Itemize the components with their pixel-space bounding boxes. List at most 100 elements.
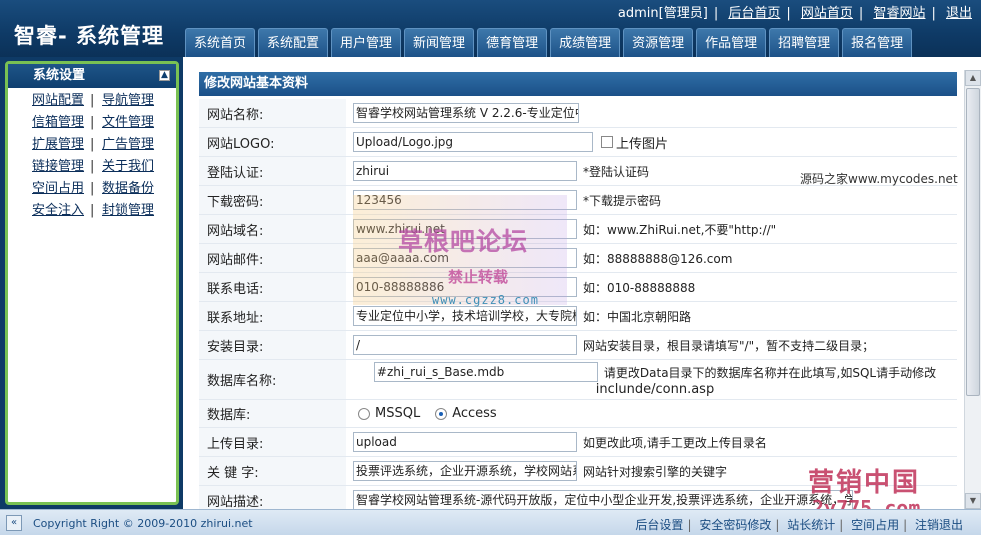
email-input[interactable]: aaa@aaaa.com bbox=[353, 248, 577, 268]
tab-user-mgmt[interactable]: 用户管理 bbox=[331, 28, 402, 57]
form-row-install-dir: 安装目录: / 网站安装目录，根目录请填写"/"，暂不支持二级目录； bbox=[199, 331, 957, 360]
login-auth-hint: *登陆认证码 bbox=[583, 164, 650, 179]
top-links: admin[管理员] | 后台首页 | 网站首页 | 智睿网站 | 退出 bbox=[617, 6, 972, 21]
domain-hint: 如：www.ZhiRui.net,不要"http://" bbox=[583, 222, 777, 237]
field-label: 联系地址: bbox=[199, 302, 346, 330]
field-label: 下载密码: bbox=[199, 186, 346, 214]
field-label: 网站邮件: bbox=[199, 244, 346, 272]
footer-link-security-password[interactable]: 安全密码修改 bbox=[699, 518, 771, 532]
main-scrollbar[interactable]: ▲ ▼ bbox=[964, 70, 981, 509]
sidebar-item-space-usage[interactable]: 空间占用 bbox=[32, 178, 90, 200]
sidebar-row: 链接管理 | 关于我们 bbox=[8, 156, 176, 178]
field-label: 上传目录: bbox=[199, 428, 346, 456]
tab-grade-mgmt[interactable]: 成绩管理 bbox=[550, 28, 621, 57]
sidebar: 系统设置 ▲ 网站配置 | 导航管理 信箱管理 | 文件管理 扩展管理 | 广告管理 … bbox=[5, 61, 179, 505]
sidebar-row: 空间占用 | 数据备份 bbox=[8, 178, 176, 200]
db-name-hint: 请更改Data目录下的数据库名称并在此填写,如SQL请手动修改 bbox=[603, 365, 937, 380]
sidebar-item-data-backup[interactable]: 数据备份 bbox=[102, 178, 154, 200]
footer-link-admin-settings[interactable]: 后台设置 bbox=[635, 518, 683, 532]
form-row-phone: 联系电话: 010-88888886 如：010-88888888 bbox=[199, 273, 957, 302]
tab-recruit-mgmt[interactable]: 招聘管理 bbox=[769, 28, 840, 57]
sidebar-item-block-mgmt[interactable]: 封锁管理 bbox=[102, 200, 154, 222]
app-logo: 智睿- 系统管理 bbox=[14, 24, 165, 48]
form-row-upload-dir: 上传目录: upload 如更改此项,请手工更改上传目录名 bbox=[199, 428, 957, 457]
sidebar-header: 系统设置 ▲ bbox=[8, 64, 176, 88]
footer-links: 后台设置 | 安全密码修改 | 站长统计 | 空间占用 | 注销退出 bbox=[635, 518, 963, 532]
sidebar-item-ad-mgmt[interactable]: 广告管理 bbox=[102, 134, 154, 156]
sidebar-row: 网站配置 | 导航管理 bbox=[8, 90, 176, 112]
sidebar-item-security-inject[interactable]: 安全注入 bbox=[32, 200, 90, 222]
phone-input[interactable]: 010-88888886 bbox=[353, 277, 577, 297]
install-dir-hint: 网站安装目录，根目录请填写"/"，暂不支持二级目录； bbox=[583, 338, 875, 353]
sidebar-item-nav-mgmt[interactable]: 导航管理 bbox=[102, 90, 154, 112]
scroll-up-icon[interactable]: ▲ bbox=[965, 70, 981, 86]
access-radio[interactable] bbox=[435, 407, 448, 420]
logo-input[interactable]: Upload/Logo.jpg bbox=[353, 132, 593, 152]
upload-image-label: 上传图片 bbox=[616, 136, 669, 152]
form-row-description: 网站描述: 智睿学校网站管理系统-源代码开放版，定位中小型企业开发,投票评选系统… bbox=[199, 486, 957, 509]
link-logout[interactable]: 退出 bbox=[946, 6, 972, 21]
link-zhirui-site[interactable]: 智睿网站 bbox=[873, 6, 925, 21]
address-input[interactable]: 专业定位中小学，技术培训学校，大专院校 bbox=[353, 306, 577, 326]
domain-input[interactable]: www.zhirui.net bbox=[353, 219, 577, 239]
phone-hint: 如：010-88888888 bbox=[583, 280, 696, 295]
login-auth-input[interactable]: zhirui bbox=[353, 161, 577, 181]
mssql-radio[interactable] bbox=[358, 407, 370, 420]
upload-dir-hint: 如更改此项,请手工更改上传目录名 bbox=[583, 435, 767, 450]
field-label: 安装目录: bbox=[199, 331, 346, 359]
field-label: 关 键 字: bbox=[199, 457, 346, 485]
link-site-home[interactable]: 网站首页 bbox=[801, 6, 853, 21]
scroll-down-icon[interactable]: ▼ bbox=[965, 493, 981, 509]
form-row-logo: 网站LOGO: Upload/Logo.jpg 上传图片 bbox=[199, 128, 957, 157]
sidebar-item-file-mgmt[interactable]: 文件管理 bbox=[102, 112, 154, 134]
sidebar-title: 系统设置 bbox=[33, 68, 86, 83]
form-row-login-auth: 登陆认证: zhirui *登陆认证码 bbox=[199, 157, 957, 186]
link-admin-home[interactable]: 后台首页 bbox=[728, 6, 780, 21]
collapse-sidebar-icon[interactable]: « bbox=[6, 515, 22, 531]
tab-news-mgmt[interactable]: 新闻管理 bbox=[404, 28, 475, 57]
download-pwd-input[interactable]: 123456 bbox=[353, 190, 577, 210]
tab-works-mgmt[interactable]: 作品管理 bbox=[696, 28, 767, 57]
sidebar-item-mailbox-mgmt[interactable]: 信箱管理 bbox=[32, 112, 90, 134]
current-user: admin[管理员] bbox=[617, 6, 708, 21]
upload-dir-input[interactable]: upload bbox=[353, 432, 577, 452]
form-row-site-name: 网站名称: 智睿学校网站管理系统 V 2.2.6-专业定位中 bbox=[199, 99, 957, 128]
footer-link-logout[interactable]: 注销退出 bbox=[915, 518, 963, 532]
sidebar-item-site-config[interactable]: 网站配置 bbox=[32, 90, 90, 112]
site-name-input[interactable]: 智睿学校网站管理系统 V 2.2.6-专业定位中 bbox=[353, 103, 579, 123]
address-hint: 如：中国北京朝阳路 bbox=[583, 309, 692, 324]
keywords-hint: 网站针对搜索引擎的关键字 bbox=[583, 464, 728, 479]
sidebar-item-link-mgmt[interactable]: 链接管理 bbox=[32, 156, 90, 178]
download-pwd-hint: *下载提示密码 bbox=[583, 193, 662, 208]
footer-link-space-usage[interactable]: 空间占用 bbox=[851, 518, 899, 532]
tab-signup-mgmt[interactable]: 报名管理 bbox=[842, 28, 913, 57]
sidebar-item-about-us[interactable]: 关于我们 bbox=[102, 156, 154, 178]
tab-system-config[interactable]: 系统配置 bbox=[258, 28, 329, 57]
form-row-db-type: 数据库: MSSQL Access bbox=[199, 400, 957, 428]
field-label: 数据库名称: bbox=[199, 360, 346, 399]
field-label: 网站LOGO: bbox=[199, 128, 346, 156]
field-label: 网站域名: bbox=[199, 215, 346, 243]
sidebar-row: 安全注入 | 封锁管理 bbox=[8, 200, 176, 222]
form-row-email: 网站邮件: aaa@aaaa.com 如：88888888@126.com bbox=[199, 244, 957, 273]
footer-link-site-stats[interactable]: 站长统计 bbox=[787, 518, 835, 532]
settings-form: 网站名称: 智睿学校网站管理系统 V 2.2.6-专业定位中 网站LOGO: U… bbox=[199, 99, 957, 509]
sidebar-item-extension-mgmt[interactable]: 扩展管理 bbox=[32, 134, 90, 156]
header: 智睿- 系统管理 admin[管理员] | 后台首页 | 网站首页 | 智睿网站 | 退… bbox=[0, 0, 981, 57]
db-name-input[interactable]: #zhi_rui_s_Base.mdb bbox=[373, 362, 598, 382]
tab-system-home[interactable]: 系统首页 bbox=[185, 28, 256, 57]
sidebar-links: 网站配置 | 导航管理 信箱管理 | 文件管理 扩展管理 | 广告管理 链接管理 | 关… bbox=[8, 88, 176, 222]
form-row-address: 联系地址: 专业定位中小学，技术培训学校，大专院校 如：中国北京朝阳路 bbox=[199, 302, 957, 331]
description-textarea[interactable]: 智睿学校网站管理系统-源代码开放版，定位中小型企业开发,投票评选系统，企业开源系… bbox=[353, 490, 853, 509]
page-title: 修改网站基本资料 bbox=[199, 72, 957, 96]
tab-resource-mgmt[interactable]: 资源管理 bbox=[623, 28, 694, 57]
scroll-thumb[interactable] bbox=[966, 88, 980, 396]
tab-moral-mgmt[interactable]: 德育管理 bbox=[477, 28, 548, 57]
form-row-download-pwd: 下载密码: 123456 *下载提示密码 bbox=[199, 186, 957, 215]
keywords-input[interactable]: 投票评选系统，企业开源系统，学校网站系统 bbox=[353, 461, 577, 481]
field-label: 登陆认证: bbox=[199, 157, 346, 185]
install-dir-input[interactable]: / bbox=[353, 335, 577, 355]
copyright: Copyright Right © 2009-2010 zhirui.net bbox=[33, 517, 253, 530]
upload-image-checkbox[interactable] bbox=[601, 136, 613, 148]
collapse-icon[interactable]: ▲ bbox=[159, 70, 170, 81]
